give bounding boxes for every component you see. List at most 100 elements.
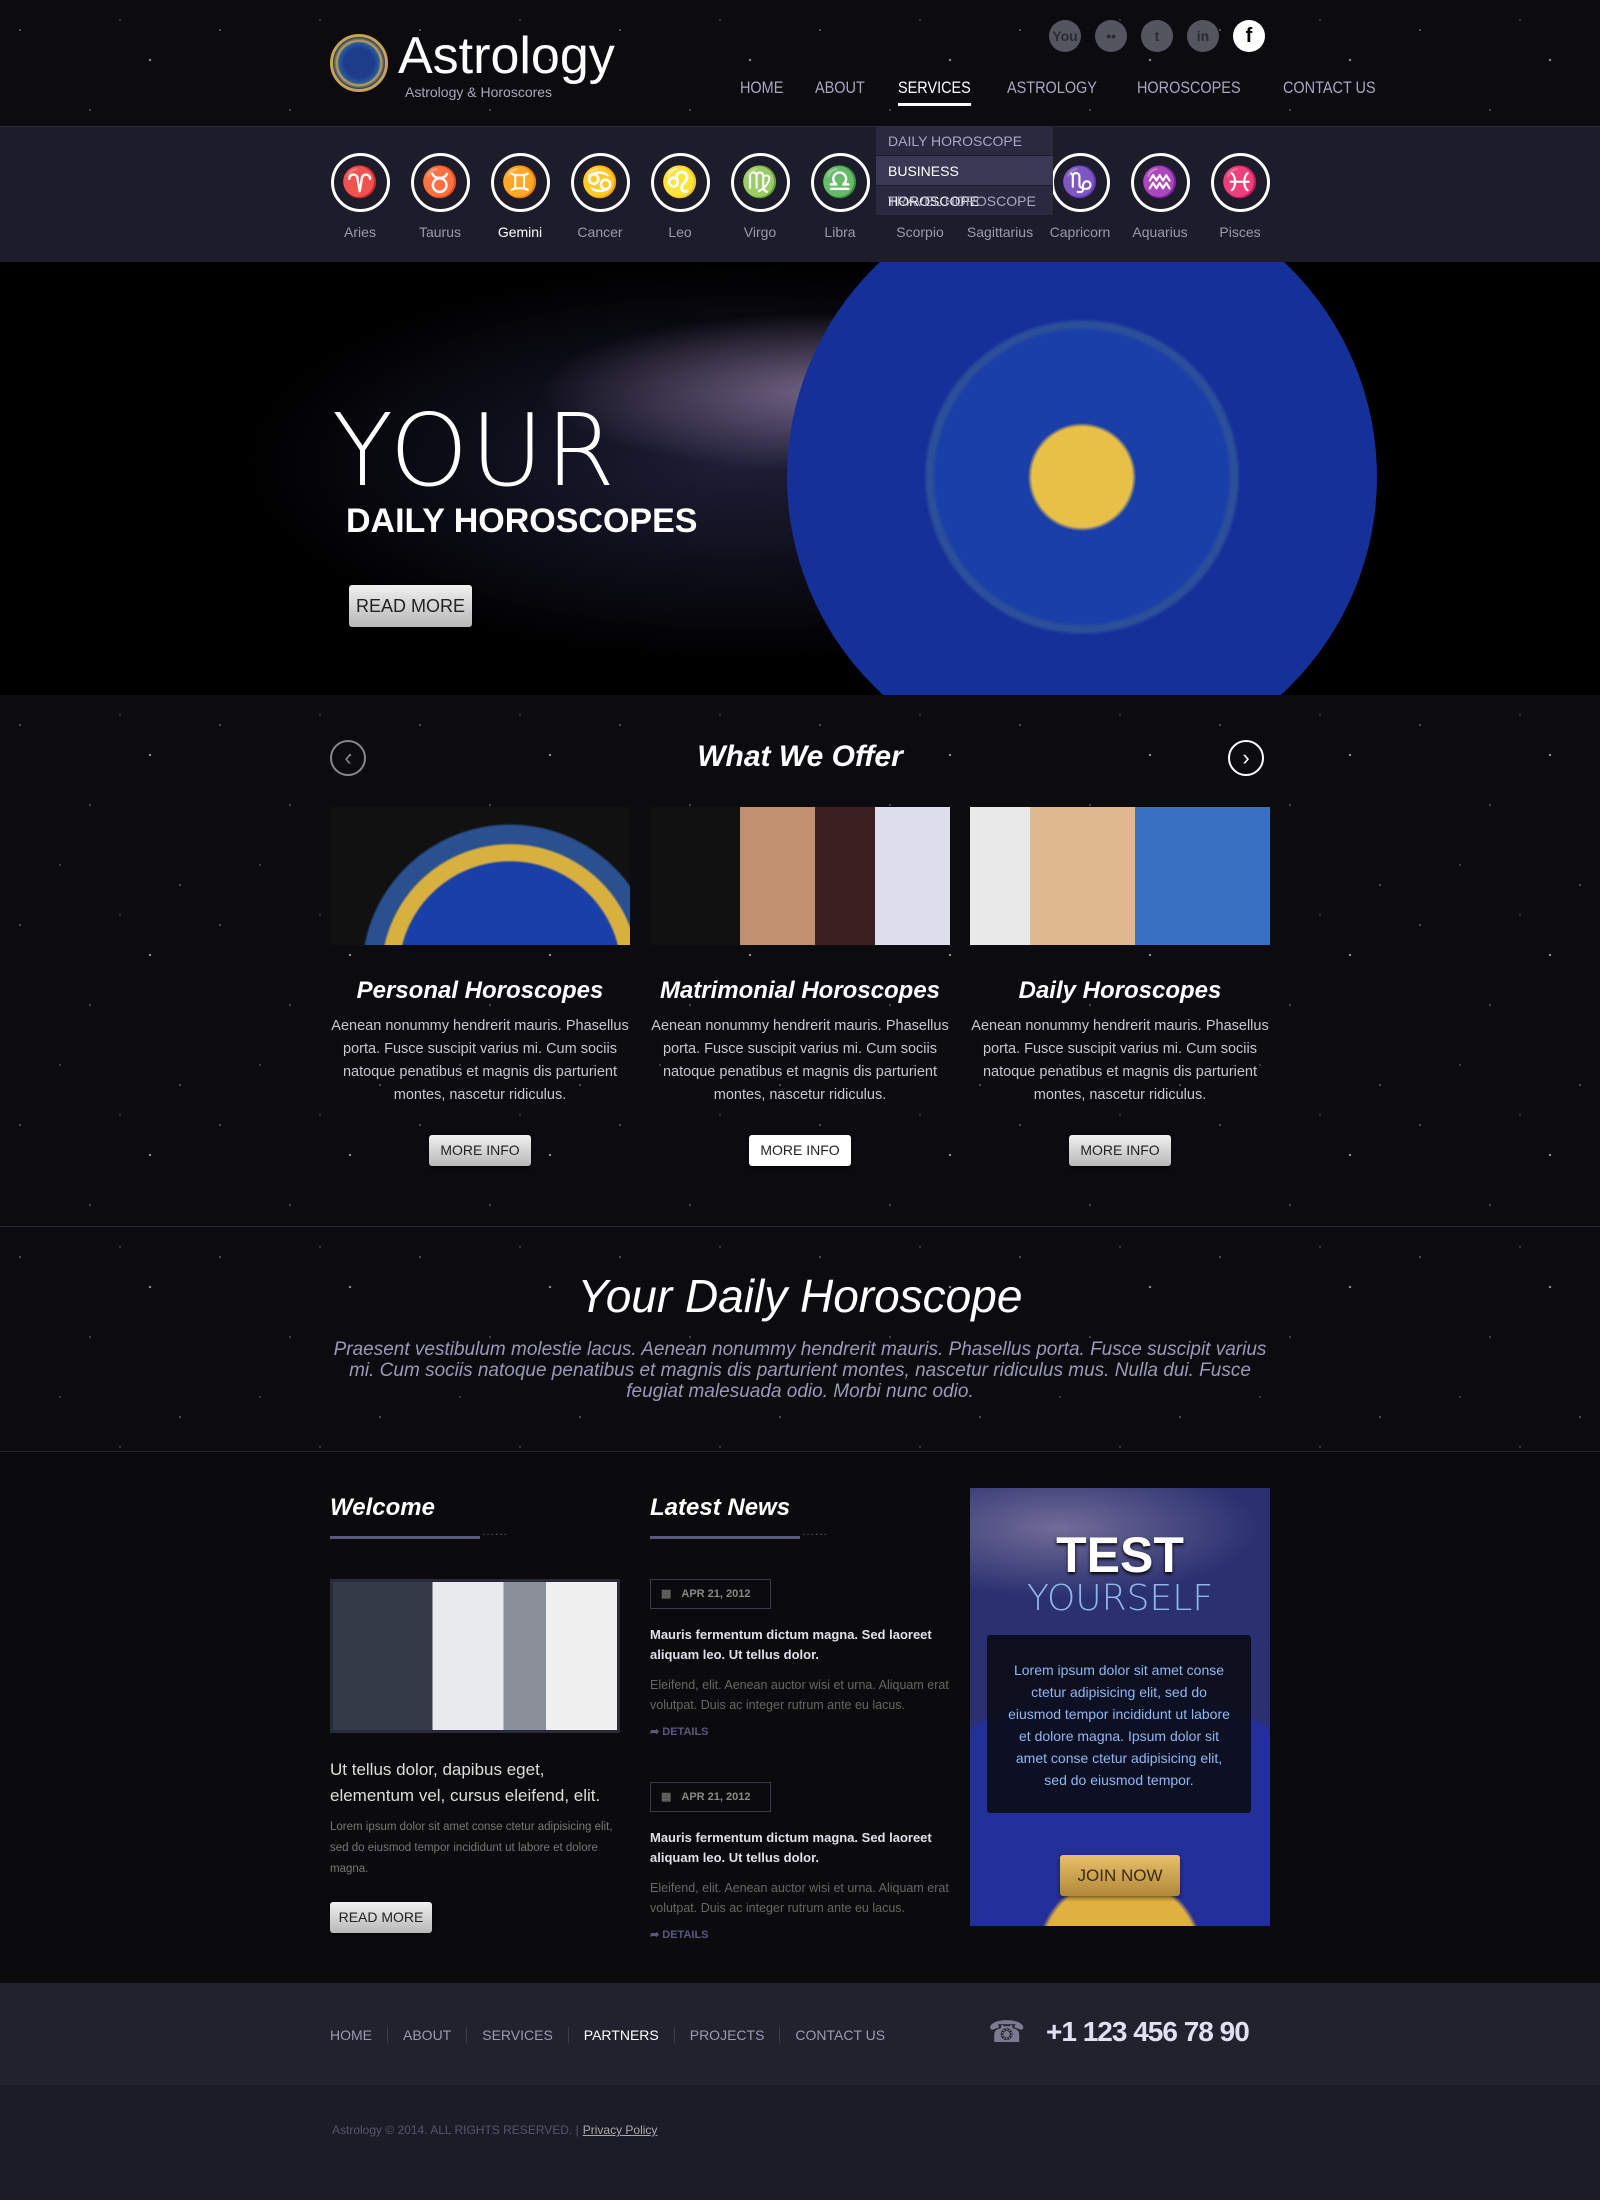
- aries-icon: ♈: [330, 153, 390, 212]
- nav-services[interactable]: SERVICES: [897, 78, 971, 106]
- footer-nav-projects[interactable]: PROJECTS: [673, 2027, 780, 2043]
- zodiac-label: Aries: [344, 224, 376, 240]
- nav-about[interactable]: ABOUT: [815, 78, 865, 106]
- copyright-text: Astrology © 2014. ALL RIGHTS RESERVED. |: [332, 2123, 579, 2137]
- flickr-icon[interactable]: ••: [1095, 20, 1127, 52]
- nav-horoscopes[interactable]: HOROSCOPES: [1137, 78, 1241, 106]
- test-yourself-banner: TEST YOURSELF Lorem ipsum dolor sit amet…: [970, 1488, 1270, 1926]
- zodiac-wheel-image: [787, 262, 1377, 695]
- youtube-icon[interactable]: You: [1049, 20, 1081, 52]
- dropdown-item[interactable]: BUSINESS HOROSCOPE: [876, 156, 1053, 209]
- welcome-column: Welcome Ut tellus dolor, dapibus eget, e…: [330, 1494, 620, 1933]
- news-date-text: APR 21, 2012: [681, 1588, 751, 1600]
- nav-home[interactable]: HOME: [740, 78, 783, 106]
- details-label: DETAILS: [662, 1726, 709, 1738]
- news-body: Eleifend, elit. Aenean auctor wisi et ur…: [650, 1881, 949, 1915]
- zodiac-pisces[interactable]: ♓ Pisces: [1200, 153, 1280, 240]
- facebook-icon[interactable]: f: [1233, 20, 1265, 52]
- footer-nav-services[interactable]: SERVICES: [466, 2027, 568, 2043]
- zodiac-virgo[interactable]: ♍ Virgo: [720, 153, 800, 240]
- cancer-icon: ♋: [570, 153, 630, 212]
- arrow-icon: ➦: [650, 1726, 663, 1738]
- nav-contact-us[interactable]: CONTACT US: [1283, 78, 1376, 106]
- news-date-text: APR 21, 2012: [681, 1791, 751, 1803]
- zodiac-label: Scorpio: [896, 224, 944, 240]
- welcome-lead: Ut tellus dolor, dapibus eget, elementum…: [330, 1760, 601, 1805]
- arrow-icon: ➦: [650, 1929, 663, 1941]
- details-label: DETAILS: [662, 1929, 709, 1941]
- dropdown-item[interactable]: DAILY HOROSCOPE: [876, 126, 1053, 156]
- details-link[interactable]: ➦ DETAILS: [650, 1725, 950, 1738]
- offer-card-text: Aenean nonummy hendrerit mauris. Phasell…: [971, 1018, 1269, 1103]
- details-link[interactable]: ➦ DETAILS: [650, 1928, 950, 1941]
- daily-horoscope-section: Your Daily Horoscope Praesent vestibulum…: [0, 1227, 1600, 1452]
- offer-card: Personal Horoscopes Aenean nonummy hendre…: [330, 807, 630, 1166]
- zodiac-label: Aquarius: [1132, 224, 1188, 240]
- next-arrow-icon[interactable]: ›: [1228, 740, 1264, 776]
- privacy-policy-link[interactable]: Privacy Policy: [583, 2123, 658, 2137]
- zodiac-label: Virgo: [743, 224, 777, 240]
- offer-card-title[interactable]: Personal Horoscopes: [330, 977, 630, 1005]
- welcome-title: Welcome: [330, 1494, 435, 1521]
- phone-number: +1 123 456 78 90: [1046, 2016, 1250, 2047]
- dropdown-item[interactable]: TRAVEL HOROSCOPE: [876, 186, 1053, 216]
- header: Astrology Astrology & Horoscores HOME ABO…: [0, 0, 1600, 126]
- zodiac-taurus[interactable]: ♉ Taurus: [400, 153, 480, 240]
- calendar-icon: ▦: [661, 1791, 672, 1803]
- news-date: ▦ APR 21, 2012: [650, 1782, 771, 1812]
- news-headline[interactable]: Mauris fermentum dictum magna. Sed laore…: [650, 1625, 950, 1665]
- welcome-read-more-button[interactable]: READ MORE: [330, 1902, 432, 1933]
- logo-emblem-icon[interactable]: [330, 34, 388, 92]
- services-dropdown: DAILY HOROSCOPE BUSINESS HOROSCOPE TRAVEL …: [876, 126, 1053, 216]
- zodiac-leo[interactable]: ♌ Leo: [640, 153, 720, 240]
- capricorn-icon: ♑: [1050, 153, 1110, 212]
- twitter-icon[interactable]: t: [1141, 20, 1173, 52]
- nav-astrology[interactable]: ASTROLOGY: [1007, 78, 1097, 106]
- join-now-button[interactable]: JOIN NOW: [1060, 1855, 1180, 1896]
- gemini-icon: ♊: [490, 153, 550, 212]
- offer-card-image[interactable]: [330, 807, 630, 945]
- more-info-button[interactable]: MORE INFO: [749, 1135, 851, 1166]
- news-headline[interactable]: Mauris fermentum dictum magna. Sed laore…: [650, 1828, 950, 1868]
- zodiac-aquarius[interactable]: ♒ Aquarius: [1120, 153, 1200, 240]
- zodiac-label: Pisces: [1219, 224, 1261, 240]
- zodiac-cancer[interactable]: ♋ Cancer: [560, 153, 640, 240]
- footer-nav-home[interactable]: HOME: [330, 2027, 387, 2043]
- offer-card-image[interactable]: [970, 807, 1270, 945]
- footer: HOME ABOUT SERVICES PARTNERS PROJECTS CONTACT…: [0, 1983, 1600, 2200]
- offer-card: Daily Horoscopes Aenean nonummy hendrerit…: [970, 807, 1270, 1166]
- zodiac-bar: ♈ Aries ♉ Taurus ♊ Gemini ♋ Cancer ♌ Leo ♍ Virgo ♎ Li…: [0, 126, 1600, 262]
- hero-banner: YOUR DAILY HOROSCOPES READ MORE: [0, 262, 1600, 695]
- news-item: ▦ APR 21, 2012 Mauris fermentum dictum mag…: [650, 1782, 950, 1941]
- daily-title: Your Daily Horoscope: [577, 1270, 1023, 1322]
- more-info-button[interactable]: MORE INFO: [1069, 1135, 1171, 1166]
- taurus-icon: ♉: [410, 153, 470, 212]
- offer-card: Matrimonial Horoscopes Aenean nonummy hen…: [650, 807, 950, 1166]
- test-text: Lorem ipsum dolor sit amet conse ctetur …: [987, 1635, 1251, 1813]
- offer-card-title[interactable]: Daily Horoscopes: [970, 977, 1270, 1005]
- footer-nav-about[interactable]: ABOUT: [387, 2027, 466, 2043]
- footer-nav-partners[interactable]: PARTNERS: [567, 2027, 674, 2043]
- test-title: TEST: [1056, 1527, 1184, 1583]
- news-column: Latest News ▦ APR 21, 2012 Mauris fermentu…: [650, 1494, 950, 1941]
- footer-nav-contact-us[interactable]: CONTACT US: [779, 2027, 900, 2043]
- aquarius-icon: ♒: [1130, 153, 1190, 212]
- logo-title[interactable]: Astrology: [398, 30, 615, 82]
- news-title: Latest News: [650, 1494, 791, 1521]
- zodiac-aries[interactable]: ♈ Aries: [320, 153, 400, 240]
- news-item: ▦ APR 21, 2012 Mauris fermentum dictum mag…: [650, 1579, 950, 1738]
- zodiac-gemini[interactable]: ♊ Gemini: [480, 153, 560, 240]
- welcome-body: Lorem ipsum dolor sit amet conse ctetur …: [330, 1821, 613, 1875]
- linkedin-icon[interactable]: in: [1187, 20, 1219, 52]
- hero-read-more-button[interactable]: READ MORE: [349, 585, 472, 627]
- offer-card-image[interactable]: [650, 807, 950, 945]
- copyright: Astrology © 2014. ALL RIGHTS RESERVED. |…: [332, 2123, 657, 2137]
- news-date: ▦ APR 21, 2012: [650, 1579, 771, 1609]
- more-info-button[interactable]: MORE INFO: [429, 1135, 531, 1166]
- zodiac-label: Sagittarius: [966, 224, 1034, 240]
- pisces-icon: ♓: [1210, 153, 1270, 212]
- zodiac-libra[interactable]: ♎ Libra: [800, 153, 880, 240]
- welcome-photo: [330, 1579, 620, 1733]
- offer-card-title[interactable]: Matrimonial Horoscopes: [650, 977, 950, 1005]
- offer-card-text: Aenean nonummy hendrerit mauris. Phasell…: [651, 1018, 949, 1103]
